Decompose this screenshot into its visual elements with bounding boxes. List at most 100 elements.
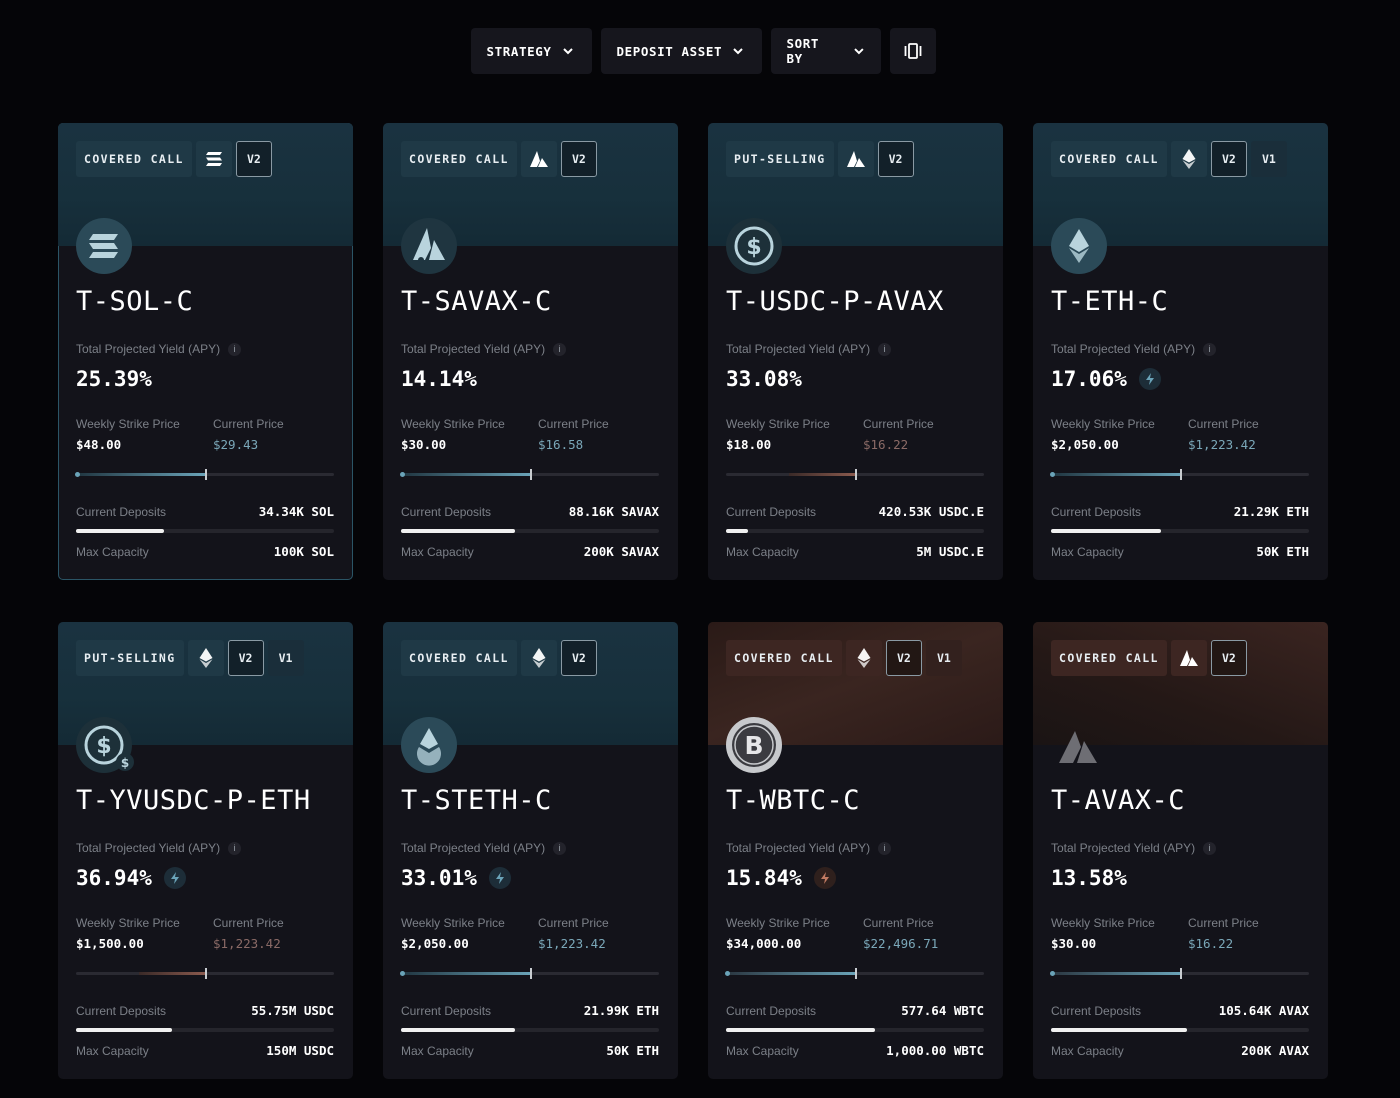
deposits-value: 55.75M USDC [251, 1003, 334, 1018]
deposits-row: Current Deposits 577.64 WBTC [726, 1003, 984, 1018]
info-icon[interactable]: i [1203, 841, 1217, 855]
current-price-block: Current Price $29.43 [213, 417, 284, 452]
ethereum-icon [199, 648, 213, 668]
vault-card-t-eth-c[interactable]: COVERED CALL V2 V1 T-ETH-C Total Projecte… [1033, 123, 1328, 580]
chain-tag [520, 640, 557, 676]
savax-coin-icon [401, 218, 457, 274]
strike-price-value: $2,050.00 [1051, 437, 1119, 452]
deposits-label: Current Deposits [726, 504, 817, 519]
asset-logo: B [726, 717, 782, 773]
deposits-value: 88.16K SAVAX [568, 504, 659, 519]
vault-card-t-usdc-p-avax[interactable]: PUT-SELLING V2 $ T-USDC-P-AVAX Total Pro… [708, 123, 1003, 580]
capacity-row: Max Capacity 50K ETH [1051, 544, 1309, 559]
deposits-label: Current Deposits [401, 504, 492, 519]
apy-value: 33.01% [401, 866, 477, 890]
strike-price-block: Weekly Strike Price $30.00 [1051, 916, 1155, 951]
deposits-progress-bar [401, 529, 659, 533]
strike-slider-fill [789, 473, 855, 476]
current-price-block: Current Price $1,223.42 [538, 916, 609, 951]
strike-price-slider [1050, 968, 1309, 979]
strategy-tag: PUT-SELLING [726, 141, 834, 177]
view-toggle-button[interactable] [889, 28, 936, 74]
strike-slider-start-dot [1050, 472, 1055, 477]
deposits-progress-bar [726, 529, 984, 533]
strategy-filter-button[interactable]: STRATEGY [470, 28, 592, 74]
bolt-icon[interactable] [1138, 368, 1161, 390]
avalanche-icon [846, 151, 865, 167]
apy-label: Total Projected Yield (APY) [726, 841, 871, 855]
strike-price-label: Weekly Strike Price [1051, 916, 1155, 930]
vault-card-t-steth-c[interactable]: COVERED CALL V2 T-STETH-C Total Projecte… [383, 622, 678, 1079]
vault-card-t-savax-c[interactable]: COVERED CALL V2 T-SAVAX-C Total Projecte… [383, 123, 678, 580]
current-price-block: Current Price $1,223.42 [1188, 417, 1259, 452]
apy-label-row: Total Projected Yield (APY) i [1051, 841, 1217, 855]
version-tab-v1[interactable]: V1 [925, 640, 962, 676]
version-tab-v2[interactable]: V2 [885, 640, 922, 676]
solana-coin-icon [76, 218, 132, 274]
version-tab-v2[interactable]: V2 [560, 640, 597, 676]
deposits-progress-bar [726, 1028, 984, 1032]
capacity-row: Max Capacity 150M USDC [76, 1043, 334, 1058]
info-icon[interactable]: i [553, 342, 567, 356]
deposits-progress-bar [1051, 1028, 1309, 1032]
current-price-label: Current Price [1188, 916, 1259, 930]
bolt-icon[interactable] [163, 867, 186, 889]
version-tab-v2[interactable]: V2 [1210, 640, 1247, 676]
vault-card-t-sol-c[interactable]: COVERED CALL V2 T-SOL-C Total Projected … [58, 123, 353, 580]
version-tab-v2[interactable]: V2 [235, 141, 272, 177]
asset-logo [76, 218, 132, 274]
capacity-row: Max Capacity 200K AVAX [1051, 1043, 1309, 1058]
strike-slider-start-dot [1050, 971, 1055, 976]
strike-price-label: Weekly Strike Price [726, 916, 830, 930]
deposits-row: Current Deposits 88.16K SAVAX [401, 504, 659, 519]
apy-value-row: 25.39% [76, 367, 152, 391]
deposits-progress-fill [401, 529, 515, 533]
vault-card-t-avax-c[interactable]: COVERED CALL V2 T-AVAX-C Total Projected… [1033, 622, 1328, 1079]
chain-tag [837, 141, 874, 177]
strategy-tag: COVERED CALL [401, 141, 517, 177]
strike-price-value: $30.00 [401, 437, 447, 452]
version-tab-v2[interactable]: V2 [1210, 141, 1247, 177]
strike-price-value: $30.00 [1051, 936, 1097, 951]
sort-by-label: SORT BY [786, 36, 820, 66]
yvusdc-coin-icon: $$ [76, 717, 134, 773]
strike-price-block: Weekly Strike Price $30.00 [401, 417, 505, 452]
capacity-row: Max Capacity 5M USDC.E [726, 544, 984, 559]
chevron-down-icon [853, 48, 864, 55]
capacity-value: 5M USDC.E [916, 544, 984, 559]
version-tab-v1[interactable]: V1 [1250, 141, 1287, 177]
info-icon[interactable]: i [878, 342, 892, 356]
info-icon[interactable]: i [228, 841, 242, 855]
vault-card-t-wbtc-c[interactable]: COVERED CALL V2 V1 B T-WBTC-C Total Proje… [708, 622, 1003, 1079]
chevron-down-icon [562, 48, 573, 55]
vault-name: T-STETH-C [401, 785, 552, 816]
bolt-icon[interactable] [813, 867, 836, 889]
chain-tag [1170, 640, 1207, 676]
deposits-row: Current Deposits 105.64K AVAX [1051, 1003, 1309, 1018]
asset-logo: $ [726, 218, 782, 274]
deposits-row: Current Deposits 55.75M USDC [76, 1003, 334, 1018]
capacity-label: Max Capacity [726, 544, 799, 559]
version-tab-v2[interactable]: V2 [227, 640, 264, 676]
ethereum-coin-icon [1051, 218, 1107, 274]
vault-name: T-SAVAX-C [401, 286, 552, 317]
deposit-asset-filter-button[interactable]: DEPOSIT ASSET [600, 28, 762, 74]
sort-by-button[interactable]: SORT BY [770, 28, 881, 74]
version-tab-v2[interactable]: V2 [560, 141, 597, 177]
strike-price-label: Weekly Strike Price [76, 417, 180, 431]
deposits-row: Current Deposits 21.99K ETH [401, 1003, 659, 1018]
filter-bar: STRATEGY DEPOSIT ASSET SORT BY [0, 28, 1400, 74]
info-icon[interactable]: i [228, 342, 242, 356]
version-tab-v2[interactable]: V2 [877, 141, 914, 177]
strategy-tag: COVERED CALL [401, 640, 517, 676]
info-icon[interactable]: i [878, 841, 892, 855]
svg-text:$: $ [746, 235, 761, 260]
bolt-icon[interactable] [488, 867, 511, 889]
vault-card-t-yvusdc-p-eth[interactable]: PUT-SELLING V2 V1 $ $ T-YVUSDC-P-ETH Total… [58, 622, 353, 1079]
deposits-row: Current Deposits 34.34K SOL [76, 504, 334, 519]
info-icon[interactable]: i [1203, 342, 1217, 356]
info-icon[interactable]: i [553, 841, 567, 855]
asset-logo [1051, 717, 1107, 773]
strike-slider-fill [401, 473, 530, 476]
version-tab-v1[interactable]: V1 [267, 640, 304, 676]
